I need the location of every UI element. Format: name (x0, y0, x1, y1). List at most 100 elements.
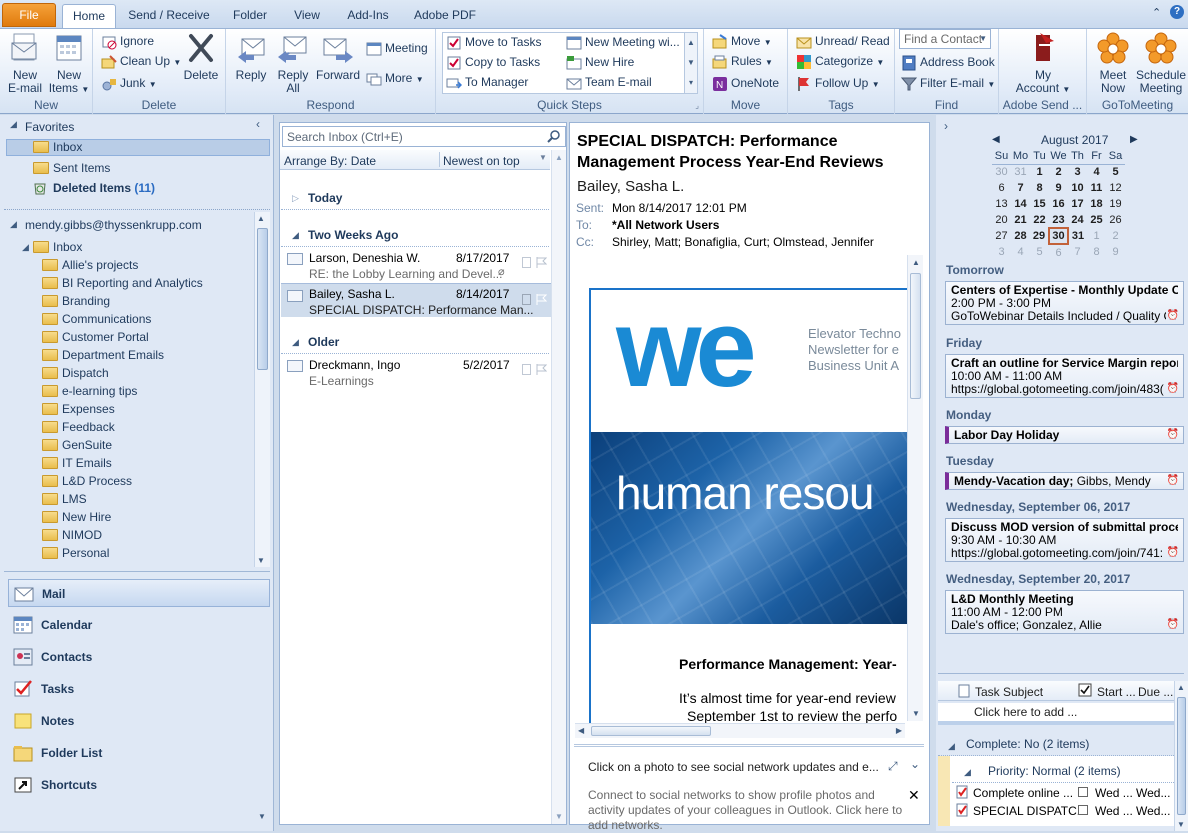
calendar-day[interactable]: 20 (992, 212, 1011, 228)
minimize-ribbon-icon[interactable]: ⌃ (1152, 6, 1166, 20)
appointment[interactable]: Labor Day Holiday ⏰ (945, 426, 1184, 444)
people-pane-divider[interactable] (574, 744, 924, 747)
collapse-todo-icon[interactable]: › (944, 119, 948, 133)
scrollbar-thumb[interactable] (910, 273, 921, 399)
sort-direction-icon[interactable]: ▼ (539, 153, 547, 162)
nav-splitter[interactable] (4, 571, 270, 575)
nav-button-tasks[interactable]: Tasks (8, 675, 270, 703)
calendar-day[interactable]: 3 (992, 244, 1011, 260)
expand-people-pane-icon[interactable]: ⤢ (888, 759, 898, 774)
nav-button-shortcuts[interactable]: Shortcuts (8, 771, 270, 799)
unread-read-button[interactable]: Unread/ Read (796, 32, 890, 50)
qs-move-to-tasks[interactable]: Move to Tasks (446, 33, 541, 51)
folder-item[interactable]: Department Emails (42, 346, 164, 364)
tab-adobe-pdf[interactable]: Adobe PDF (408, 4, 482, 28)
tab-home[interactable]: Home (62, 4, 116, 28)
folder-item[interactable]: Expenses (42, 400, 115, 418)
group-older[interactable]: Older (280, 331, 552, 353)
folder-item[interactable]: Dispatch (42, 364, 109, 382)
qs-copy-to-tasks[interactable]: Copy to Tasks (446, 53, 540, 71)
nav-button-folder-list[interactable]: Folder List (8, 739, 270, 767)
my-account-button[interactable]: My Account ▼ (1013, 31, 1073, 96)
folder-item[interactable]: New Hire (42, 508, 111, 526)
reply-button[interactable]: Reply (230, 31, 272, 82)
onenote-button[interactable]: N OneNote (712, 74, 779, 92)
scrollbar-thumb[interactable] (1177, 697, 1186, 815)
task-complete-checkbox[interactable] (1078, 805, 1088, 815)
sort-order-button[interactable]: Newest on top (443, 154, 520, 168)
next-month-icon[interactable]: ▶ (1130, 134, 1138, 145)
collapse-pane-icon[interactable]: ‹ (256, 117, 260, 131)
nav-button-notes[interactable]: Notes (8, 707, 270, 735)
task-group-complete[interactable]: Complete: No (2 items) (966, 737, 1089, 751)
category-box-icon[interactable] (522, 364, 531, 375)
calendar-day[interactable]: 4 (1087, 164, 1106, 180)
folder-item[interactable]: e-learning tips (42, 382, 137, 400)
calendar-day[interactable]: 29 (1030, 228, 1049, 244)
calendar-day[interactable]: 21 (1011, 212, 1030, 228)
task-scrollbar[interactable]: ▲ ▼ (1174, 681, 1188, 831)
tasks-splitter[interactable] (938, 673, 1184, 674)
delete-button[interactable]: Delete (179, 31, 223, 82)
cc-value[interactable]: Shirley, Matt; Bonafiglia, Curt; Olmstea… (612, 235, 874, 249)
to-value[interactable]: *All Network Users (612, 218, 719, 232)
more-button[interactable]: More ▼ (366, 69, 424, 87)
start-date-column[interactable]: Start ... (1097, 685, 1136, 699)
folder-item[interactable]: IT Emails (42, 454, 112, 472)
folder-item[interactable]: NIMOD (42, 526, 102, 544)
appointment[interactable]: Mendy-Vacation day; Gibbs, Mendy ⏰ (945, 472, 1184, 490)
expand-inbox-icon[interactable]: ◢ (22, 242, 29, 253)
calendar-day[interactable]: 7 (1011, 180, 1030, 196)
calendar-day[interactable]: 5 (1106, 164, 1125, 180)
tab-add-ins[interactable]: Add-Ins (340, 4, 396, 28)
due-date-column[interactable]: Due ... (1138, 685, 1173, 699)
task-row[interactable]: SPECIAL DISPATC... Wed ... Wed... (952, 802, 1174, 819)
chevron-down-icon[interactable]: ⌄ (910, 757, 920, 771)
follow-up-button[interactable]: Follow Up ▼ (796, 74, 880, 92)
search-inbox-input[interactable]: Search Inbox (Ctrl+E) (282, 126, 566, 147)
configure-buttons-icon[interactable]: ▼ (258, 812, 266, 821)
scrollbar-thumb[interactable] (591, 726, 711, 736)
new-items-button[interactable]: New Items ▼ (48, 31, 90, 96)
search-icon[interactable] (547, 129, 561, 143)
flag-outline-icon[interactable] (535, 256, 547, 269)
calendar-day[interactable]: 12 (1106, 180, 1125, 196)
calendar-day[interactable]: 2 (1049, 164, 1068, 180)
calendar-day[interactable]: 28 (1011, 228, 1030, 244)
calendar-day[interactable]: 27 (992, 228, 1011, 244)
calendar-day[interactable]: 31 (1011, 164, 1030, 180)
nav-button-mail[interactable]: Mail (8, 579, 270, 607)
calendar-day[interactable]: 24 (1068, 212, 1087, 228)
folder-item[interactable]: Communications (42, 310, 151, 328)
arrange-by-button[interactable]: Arrange By: Date (284, 154, 376, 168)
calendar-day[interactable]: 25 (1087, 212, 1106, 228)
date-navigator[interactable]: Su Mo Tu We Th Fr Sa 30 31 1 2 3 4 5 6 7 8 9 10 11 12 13 14 15… (992, 148, 1125, 260)
calendar-day[interactable]: 1 (1030, 164, 1049, 180)
folder-item[interactable]: Allie's projects (42, 256, 138, 274)
qs-to-manager[interactable]: To Manager (446, 73, 528, 91)
qs-new-hire[interactable]: New Hire (566, 53, 634, 71)
calendar-day[interactable]: 14 (1011, 196, 1030, 212)
help-icon[interactable]: ? (1170, 5, 1184, 19)
expand-account-icon[interactable]: ◢ (10, 219, 17, 230)
calendar-day[interactable]: 19 (1106, 196, 1125, 212)
calendar-day[interactable]: 6 (1049, 244, 1068, 260)
calendar-day[interactable]: 2 (1106, 228, 1125, 244)
collapse-group-icon[interactable]: ◢ (964, 767, 971, 778)
message-item-selected[interactable]: Bailey, Sasha L. 8/14/2017 SPECIAL DISPA… (281, 283, 551, 317)
address-book-button[interactable]: Address Book (901, 53, 995, 71)
favorite-inbox[interactable]: Inbox (33, 138, 82, 156)
appointment[interactable]: Centers of Expertise - Monthly Update Ca… (945, 281, 1184, 325)
new-task-input[interactable]: Click here to add ... (938, 703, 1174, 725)
flag-outline-icon[interactable] (535, 293, 547, 306)
calendar-day[interactable]: 31 (1068, 228, 1087, 244)
calendar-day[interactable]: 6 (992, 180, 1011, 196)
folder-item[interactable]: Branding (42, 292, 110, 310)
list-scrollbar[interactable]: ▲ ▼ (551, 150, 566, 824)
new-email-button[interactable]: New E-mail (4, 31, 46, 95)
tab-folder[interactable]: Folder (224, 4, 276, 28)
calendar-day[interactable]: 18 (1087, 196, 1106, 212)
junk-button[interactable]: Junk ▼ (101, 74, 157, 92)
account-inbox[interactable]: Inbox (33, 238, 82, 256)
calendar-day[interactable]: 30 (992, 164, 1011, 180)
